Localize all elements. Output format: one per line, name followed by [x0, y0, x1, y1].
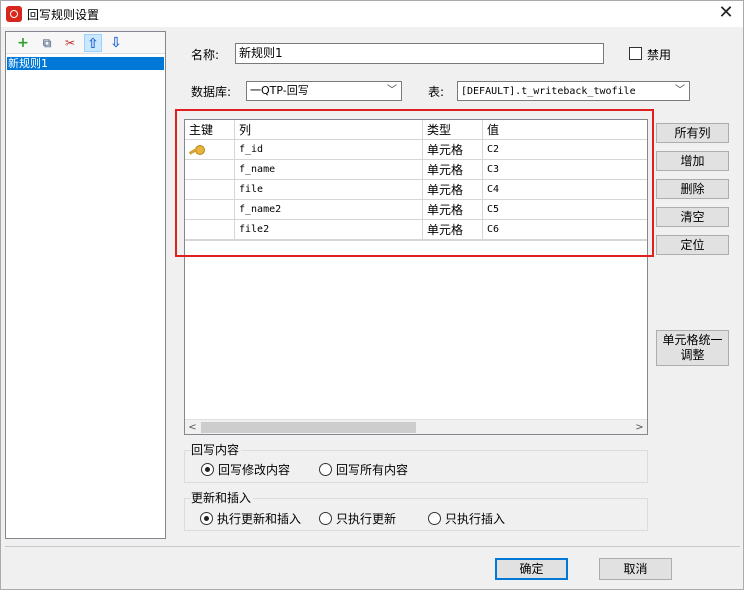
key-cell[interactable] [185, 140, 235, 160]
update-and-insert-label: 执行更新和插入 [217, 512, 302, 526]
writeback-modified-radio[interactable] [201, 463, 214, 476]
value-cell[interactable]: C6 [483, 220, 647, 240]
table-row-end [185, 240, 647, 241]
writeback-all-radio[interactable] [319, 463, 332, 476]
writeback-content-title: 回写内容 [191, 441, 242, 458]
footer-divider [5, 546, 740, 547]
name-input[interactable]: 新规则1 [235, 43, 604, 64]
unify-cells-label-line2: 调整 [680, 348, 705, 362]
table-select[interactable]: [DEFAULT].t_writeback_twofile ﹀ [457, 81, 690, 101]
chevron-left-icon[interactable]: < [185, 420, 200, 435]
chevron-down-icon: ﹀ [675, 85, 685, 96]
column-cell[interactable]: f_name [235, 160, 423, 180]
header-key: 主键 [185, 120, 235, 140]
header-column: 列 [235, 120, 423, 140]
delete-row-button[interactable]: 删除 [656, 179, 729, 199]
key-cell[interactable] [185, 220, 235, 240]
horizontal-scrollbar[interactable]: < > [185, 419, 647, 434]
type-cell[interactable]: 单元格 [423, 220, 483, 240]
header-value: 值 [483, 120, 647, 140]
column-cell[interactable]: file2 [235, 220, 423, 240]
rule-item-selected[interactable]: 新规则1 [7, 57, 164, 70]
ok-button[interactable]: 确定 [495, 558, 568, 580]
column-cell[interactable]: file [235, 180, 423, 200]
value-cell[interactable]: C5 [483, 200, 647, 220]
type-cell[interactable]: 单元格 [423, 140, 483, 160]
key-icon [189, 145, 205, 155]
table-row[interactable]: f_id 单元格 C2 [185, 140, 647, 160]
value-cell[interactable]: C2 [483, 140, 647, 160]
header-type: 类型 [423, 120, 483, 140]
table-header: 主键 列 类型 值 [185, 120, 647, 140]
database-select[interactable]: 一QTP-回写 ﹀ [246, 81, 402, 101]
type-cell[interactable]: 单元格 [423, 160, 483, 180]
update-insert-title: 更新和插入 [191, 489, 254, 506]
table-label: 表: [428, 85, 445, 99]
add-row-button[interactable]: 增加 [656, 151, 729, 171]
database-label: 数据库: [191, 85, 232, 99]
insert-only-label: 只执行插入 [445, 512, 506, 526]
column-cell[interactable]: f_id [235, 140, 423, 160]
update-and-insert-radio[interactable] [200, 512, 213, 525]
chevron-right-icon[interactable]: > [632, 420, 647, 435]
table-row[interactable]: f_name2 单元格 C5 [185, 200, 647, 220]
clear-button[interactable]: 清空 [656, 207, 729, 227]
disable-label: 禁用 [647, 48, 672, 62]
table-value: [DEFAULT].t_writeback_twofile [461, 86, 636, 97]
update-only-label: 只执行更新 [336, 512, 397, 526]
value-cell[interactable]: C4 [483, 180, 647, 200]
cancel-button[interactable]: 取消 [599, 558, 672, 580]
column-cell[interactable]: f_name2 [235, 200, 423, 220]
scrollbar-thumb[interactable] [201, 422, 416, 433]
locate-button[interactable]: 定位 [656, 235, 729, 255]
chevron-down-icon: ﹀ [387, 85, 397, 96]
unify-cells-label-line1: 单元格统一 [662, 333, 723, 347]
title-bar: 回写规则设置 ✕ [1, 1, 743, 27]
close-icon[interactable]: ✕ [715, 3, 737, 25]
table-row[interactable]: f_name 单元格 C3 [185, 160, 647, 180]
database-value: 一QTP-回写 [250, 84, 309, 97]
dialog-window: 回写规则设置 ✕ + ⧉ ✂ ⇧ ⇩ 新规则1 名称: 新规则1 禁用 数据库:… [0, 0, 744, 590]
delete-rule-icon[interactable]: ✂ [61, 34, 79, 52]
insert-only-radio[interactable] [428, 512, 441, 525]
add-rule-icon[interactable]: + [14, 34, 32, 52]
writeback-all-label: 回写所有内容 [336, 463, 409, 477]
value-cell[interactable]: C3 [483, 160, 647, 180]
all-columns-button[interactable]: 所有列 [656, 123, 729, 143]
table-row[interactable]: file2 单元格 C6 [185, 220, 647, 240]
writeback-modified-label: 回写修改内容 [218, 463, 291, 477]
key-cell[interactable] [185, 160, 235, 180]
update-only-radio[interactable] [319, 512, 332, 525]
type-cell[interactable]: 单元格 [423, 180, 483, 200]
copy-rule-icon[interactable]: ⧉ [38, 34, 56, 52]
disable-checkbox[interactable] [629, 47, 642, 60]
key-cell[interactable] [185, 180, 235, 200]
window-title: 回写规则设置 [27, 8, 100, 22]
move-down-icon[interactable]: ⇩ [107, 34, 125, 52]
name-label: 名称: [191, 48, 220, 62]
app-icon [6, 6, 22, 22]
key-cell[interactable] [185, 200, 235, 220]
rule-list-panel: + ⧉ ✂ ⇧ ⇩ 新规则1 [5, 31, 166, 539]
table-row[interactable]: file 单元格 C4 [185, 180, 647, 200]
column-mapping-table: 主键 列 类型 值 f_id 单元格 C2 f_name 单元格 C3 file… [184, 119, 648, 435]
rule-toolbar: + ⧉ ✂ ⇧ ⇩ [6, 32, 165, 54]
unify-cells-button[interactable]: 单元格统一 调整 [656, 330, 729, 366]
move-up-icon[interactable]: ⇧ [84, 34, 102, 52]
type-cell[interactable]: 单元格 [423, 200, 483, 220]
